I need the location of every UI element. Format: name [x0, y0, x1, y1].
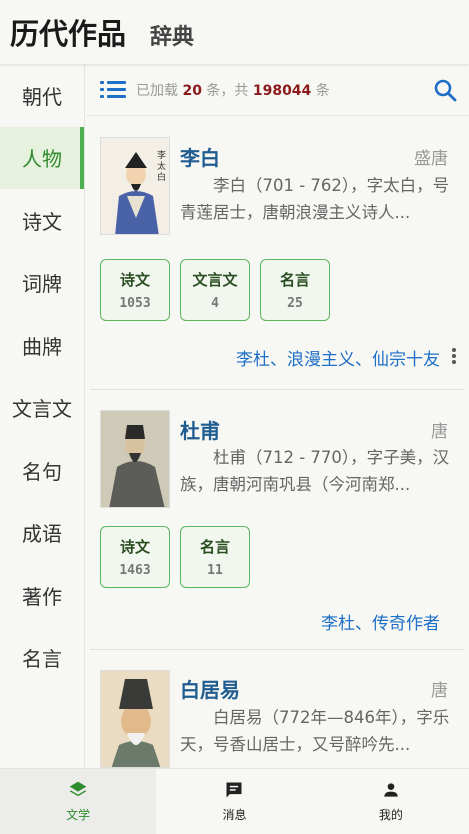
person-description: 李白（701 - 762），字太白，号青莲居士，唐朝浪漫主义诗人...	[180, 176, 450, 222]
sidebar-item-label: 文言文	[12, 397, 72, 422]
sidebar-item-label: 诗文	[22, 209, 62, 234]
person-name[interactable]: 杜甫	[180, 415, 220, 444]
person-description: 杜甫（712 - 770），字子美，汉族，唐朝河南巩县（今河南郑...	[180, 448, 450, 494]
list-toolbar: 已加载 20 条，共 198044 条	[86, 64, 469, 116]
person-card[interactable]: 白居易 唐 白居易（772年—846年），字乐天，号香山居士，又号醉吟先...	[90, 650, 464, 768]
category-sidebar: 朝代 人物 诗文 词牌 曲牌 文言文 名句 成语 著作 名言	[0, 64, 85, 768]
stat-value: 4	[211, 296, 219, 311]
sidebar-item-poems[interactable]: 诗文	[0, 189, 84, 252]
person-name[interactable]: 李白	[180, 142, 220, 171]
nav-tab-messages[interactable]: 消息	[156, 769, 312, 834]
person-tags[interactable]: 李杜、传奇作者	[321, 609, 440, 634]
stat-label: 诗文	[119, 271, 150, 289]
sidebar-item-works[interactable]: 著作	[0, 564, 84, 627]
status-suffix: 条	[315, 82, 330, 99]
person-dynasty: 唐	[431, 422, 448, 442]
person-description: 白居易（772年—846年），字乐天，号香山居士，又号醉吟先...	[180, 708, 450, 754]
sidebar-item-qupai[interactable]: 曲牌	[0, 314, 84, 377]
nav-tab-profile[interactable]: 我的	[313, 769, 469, 834]
person-dynasty: 盛唐	[414, 149, 448, 169]
stat-poems-button[interactable]: 诗文 1463	[100, 526, 170, 588]
nav-label: 我的	[378, 808, 403, 822]
sidebar-item-dynasty[interactable]: 朝代	[0, 64, 84, 127]
stat-label: 文言文	[192, 271, 238, 289]
portrait-image: 李 太 白	[100, 137, 170, 235]
total-count: 198044	[252, 82, 312, 99]
sidebar-item-cipai[interactable]: 词牌	[0, 252, 84, 315]
more-vert-icon[interactable]	[452, 348, 456, 364]
person-card[interactable]: 杜甫 唐 杜甫（712 - 770），字子美，汉族，唐朝河南巩县（今河南郑...…	[90, 390, 464, 650]
stats-row: 诗文 1053 文言文 4 名言 25	[100, 259, 330, 321]
stat-prose-button[interactable]: 文言文 4	[180, 259, 250, 321]
stat-value: 11	[207, 563, 223, 578]
sidebar-item-quotes[interactable]: 名言	[0, 627, 84, 690]
person-icon	[384, 783, 398, 797]
sidebar-item-label: 名句	[22, 459, 62, 484]
svg-text:太: 太	[157, 160, 166, 172]
nav-label: 文学	[66, 808, 91, 822]
list-icon[interactable]	[100, 80, 126, 99]
sidebar-item-label: 朝代	[22, 84, 62, 109]
sidebar-item-label: 词牌	[22, 272, 62, 297]
sidebar-item-classical-prose[interactable]: 文言文	[0, 377, 84, 440]
app-subtitle: 辞典	[150, 25, 195, 50]
portrait-image	[100, 410, 170, 508]
nav-tab-literature[interactable]: 文学	[0, 769, 157, 834]
sidebar-item-label: 名言	[22, 647, 62, 672]
sidebar-item-label: 人物	[22, 147, 62, 172]
svg-text:李: 李	[157, 149, 166, 161]
stat-label: 诗文	[119, 538, 150, 556]
sidebar-item-famous-lines[interactable]: 名句	[0, 439, 84, 502]
stat-poems-button[interactable]: 诗文 1053	[100, 259, 170, 321]
person-tags[interactable]: 李杜、浪漫主义、仙宗十友	[236, 345, 440, 370]
status-mid: 条，共	[206, 82, 249, 99]
stat-value: 1463	[119, 563, 151, 578]
sidebar-item-idioms[interactable]: 成语	[0, 502, 84, 565]
app-title: 历代作品	[10, 17, 127, 51]
stat-quotes-button[interactable]: 名言 25	[260, 259, 330, 321]
stat-value: 25	[287, 296, 303, 311]
person-dynasty: 唐	[431, 681, 448, 701]
status-prefix: 已加载	[136, 82, 178, 99]
person-list: 李 太 白 李白 盛唐 李白（701 - 762），字太白，号青莲居士，唐朝浪漫…	[86, 116, 469, 768]
layers-icon	[69, 781, 87, 797]
person-card[interactable]: 李 太 白 李白 盛唐 李白（701 - 762），字太白，号青莲居士，唐朝浪漫…	[90, 116, 464, 390]
portrait-image	[100, 670, 170, 768]
sidebar-item-label: 成语	[22, 522, 62, 547]
sidebar-item-label: 著作	[22, 584, 62, 609]
stat-label: 名言	[199, 538, 230, 556]
stat-label: 名言	[279, 271, 310, 289]
message-icon	[226, 782, 242, 798]
person-name[interactable]: 白居易	[180, 674, 240, 703]
stats-row: 诗文 1463 名言 11	[100, 526, 250, 588]
search-icon[interactable]	[433, 78, 457, 102]
stat-quotes-button[interactable]: 名言 11	[180, 526, 250, 588]
sidebar-item-label: 曲牌	[22, 334, 62, 359]
loaded-count: 20	[182, 82, 202, 99]
svg-text:白: 白	[157, 171, 166, 183]
bottom-nav: 文学 消息 我的	[0, 768, 469, 834]
app-header: 历代作品 辞典	[0, 0, 469, 64]
sidebar-item-people[interactable]: 人物	[0, 126, 84, 189]
stat-value: 1053	[119, 296, 151, 311]
nav-label: 消息	[222, 808, 247, 822]
load-status: 已加载 20 条，共 198044 条	[136, 80, 330, 100]
